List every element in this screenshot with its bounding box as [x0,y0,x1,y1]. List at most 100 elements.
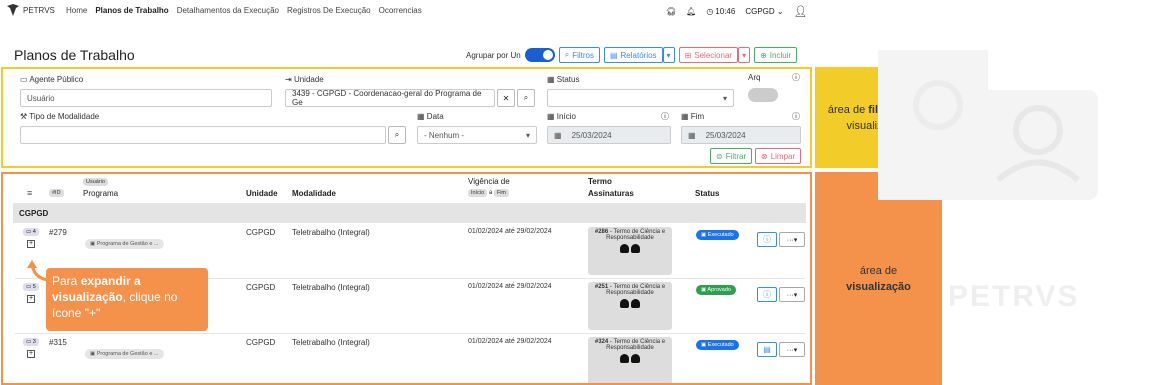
termo-box[interactable]: #286 - Termo de Ciência e Responsabilida… [588,227,672,275]
row-unidade: CGPGD [246,338,276,347]
status-text: Executado [707,342,734,348]
status-label: ▦ Status [547,75,579,84]
arq-label: Arq [748,73,761,82]
avatar [620,244,629,253]
termo-title: #286 - Termo de Ciência e Responsabilida… [588,229,672,241]
calendar-icon: ▦ [417,112,425,121]
brand-logo[interactable]: PETRVS [6,4,55,16]
page-title: Planos de Trabalho [14,47,135,63]
col-termo[interactable]: Termo [588,177,612,186]
row-vigencia: 01/02/2024 até 29/02/2024 [468,338,552,345]
chevron-down-icon: ⌄ [776,7,784,16]
reports-button[interactable]: ▤ Relatórios [603,47,663,63]
data-select[interactable]: - Nenhum - ▾ [417,126,537,144]
avatar [620,354,629,363]
user-icon[interactable]: 👤︎ [794,5,808,18]
usuario-pill: Usuário [83,178,108,186]
programa-pill: ▣ Programa de Gestão e ... [85,239,164,249]
row-count-badge: ▭ 4 [23,228,39,236]
nav-ocorrencias[interactable]: Ocorrencias [379,6,422,15]
avatar [631,244,640,253]
list-options-icon[interactable]: ≡ [27,188,32,198]
col-status[interactable]: Status [695,189,719,198]
fim-value: 25/03/2024 [705,130,746,140]
modalidade-input[interactable] [20,126,386,144]
nav-home[interactable]: Home [66,6,87,15]
calendar-icon: ▦ [554,130,562,140]
group-toggle[interactable] [524,48,555,62]
avatar [631,354,640,363]
col-programa[interactable]: Programa [83,189,118,198]
col-unidade[interactable]: Unidade [246,189,278,198]
col-modalidade[interactable]: Modalidade [292,189,336,198]
vigencia-range: Início a Fim [468,189,510,197]
group-header: CGPGD [13,203,806,223]
watermark-logo-icon [878,50,1098,200]
bell-icon[interactable]: 🔔︎ [686,7,696,16]
termo-title: #324 - Termo de Ciência e Responsabilida… [588,339,672,351]
status-select[interactable]: ▾ [547,89,734,107]
nav-planos[interactable]: Planos de Trabalho [95,6,168,15]
ellipsis-icon: ···▾ [786,291,798,299]
termo-box[interactable]: #324 - Termo de Ciência e Responsabilida… [588,337,672,383]
modalidade-label-text: Tipo de Modalidade [29,112,100,121]
sign-in-icon: ⇥ [285,75,292,84]
calendar-icon: ▦ [688,130,696,140]
agente-label-text: Agente Público [29,75,84,84]
expand-plus-icon[interactable]: + [27,240,35,248]
clear-unit-button[interactable]: ✕ [497,89,515,107]
info-button[interactable]: ⓘ [757,232,777,247]
tip-1: Para [52,274,81,288]
reports-button-label: Relatórios [620,50,657,60]
termo-text: - Termo de Ciência e Responsabilidade [606,229,666,241]
filters-button[interactable]: ⌕ Filtros [558,47,600,63]
nav-registros[interactable]: Registros De Execução [287,6,371,15]
row-count: 4 [32,229,36,235]
unidade-input[interactable]: 3439 - CGPGD - Coordenacao-geral do Prog… [285,89,495,107]
select-dropdown[interactable]: ▾ [738,47,751,63]
select-button[interactable]: ⊞ Selecionar [678,47,739,63]
search-unit-button[interactable]: ⌕ [517,89,535,107]
termo-title: #251 - Termo de Ciência e Responsabilida… [588,284,672,296]
table-row[interactable]: ▭ 3 + #315 ▣ Programa de Gestão e ... CG… [15,334,805,383]
col-assinaturas[interactable]: Assinaturas [588,189,634,198]
fc-pre: área de [827,103,869,116]
status-text: Executado [707,232,734,238]
info-button[interactable]: ⓘ [757,287,777,302]
arq-toggle[interactable] [748,88,778,102]
archive-button[interactable]: ▤ [757,342,777,357]
expand-plus-icon[interactable]: + [27,295,35,303]
reports-dropdown[interactable]: ▾ [662,47,675,63]
clock-icon: ◷ [706,7,714,16]
termo-box[interactable]: #251 - Termo de Ciência e Responsabilida… [588,282,672,330]
include-button[interactable]: ⊕ Incluir [754,47,798,63]
row-vigencia: 01/02/2024 até 29/02/2024 [468,283,552,290]
info-icon: ⓘ [763,235,771,244]
more-options-button[interactable]: ···▾ [779,287,805,302]
watermark: PETRVS [878,45,1108,325]
ellipsis-icon: ···▾ [786,236,798,244]
row-id: #279 [49,228,67,237]
info-icon: ⓘ [661,112,669,121]
agente-input[interactable]: Usuário [20,89,272,107]
programa-text: Programa de Gestão e ... [96,241,159,247]
more-options-button[interactable]: ···▾ [779,232,805,247]
fim-input[interactable]: ▦ 25/03/2024 [681,126,801,144]
nav-detalhamentos[interactable]: Detalhamentos da Execução [177,6,279,15]
expand-plus-icon[interactable]: + [27,350,35,358]
headset-icon[interactable]: 🎧︎ [666,7,676,16]
col-vigencia[interactable]: Vigência de [468,177,510,186]
limpar-button[interactable]: ⊗ Limpar [755,148,802,164]
agente-label: ▭ Agente Público [20,75,83,84]
inicio-input[interactable]: ▦ 25/03/2024 [547,126,671,144]
row-count: 3 [32,339,36,345]
signatures [588,299,672,310]
unit-selector[interactable]: CGPGD ⌄ [745,7,783,16]
search-modalidade-button[interactable]: ⌕ [388,126,406,144]
watermark-text: PETRVS [948,280,1080,313]
filtrar-button[interactable]: ⊜ Filtrar [710,148,753,164]
unidade-label-text: Unidade [293,75,324,84]
more-options-button[interactable]: ···▾ [779,342,805,357]
list-icon: ▦ [547,75,555,84]
group-label: Agrupar por Un [466,50,521,60]
